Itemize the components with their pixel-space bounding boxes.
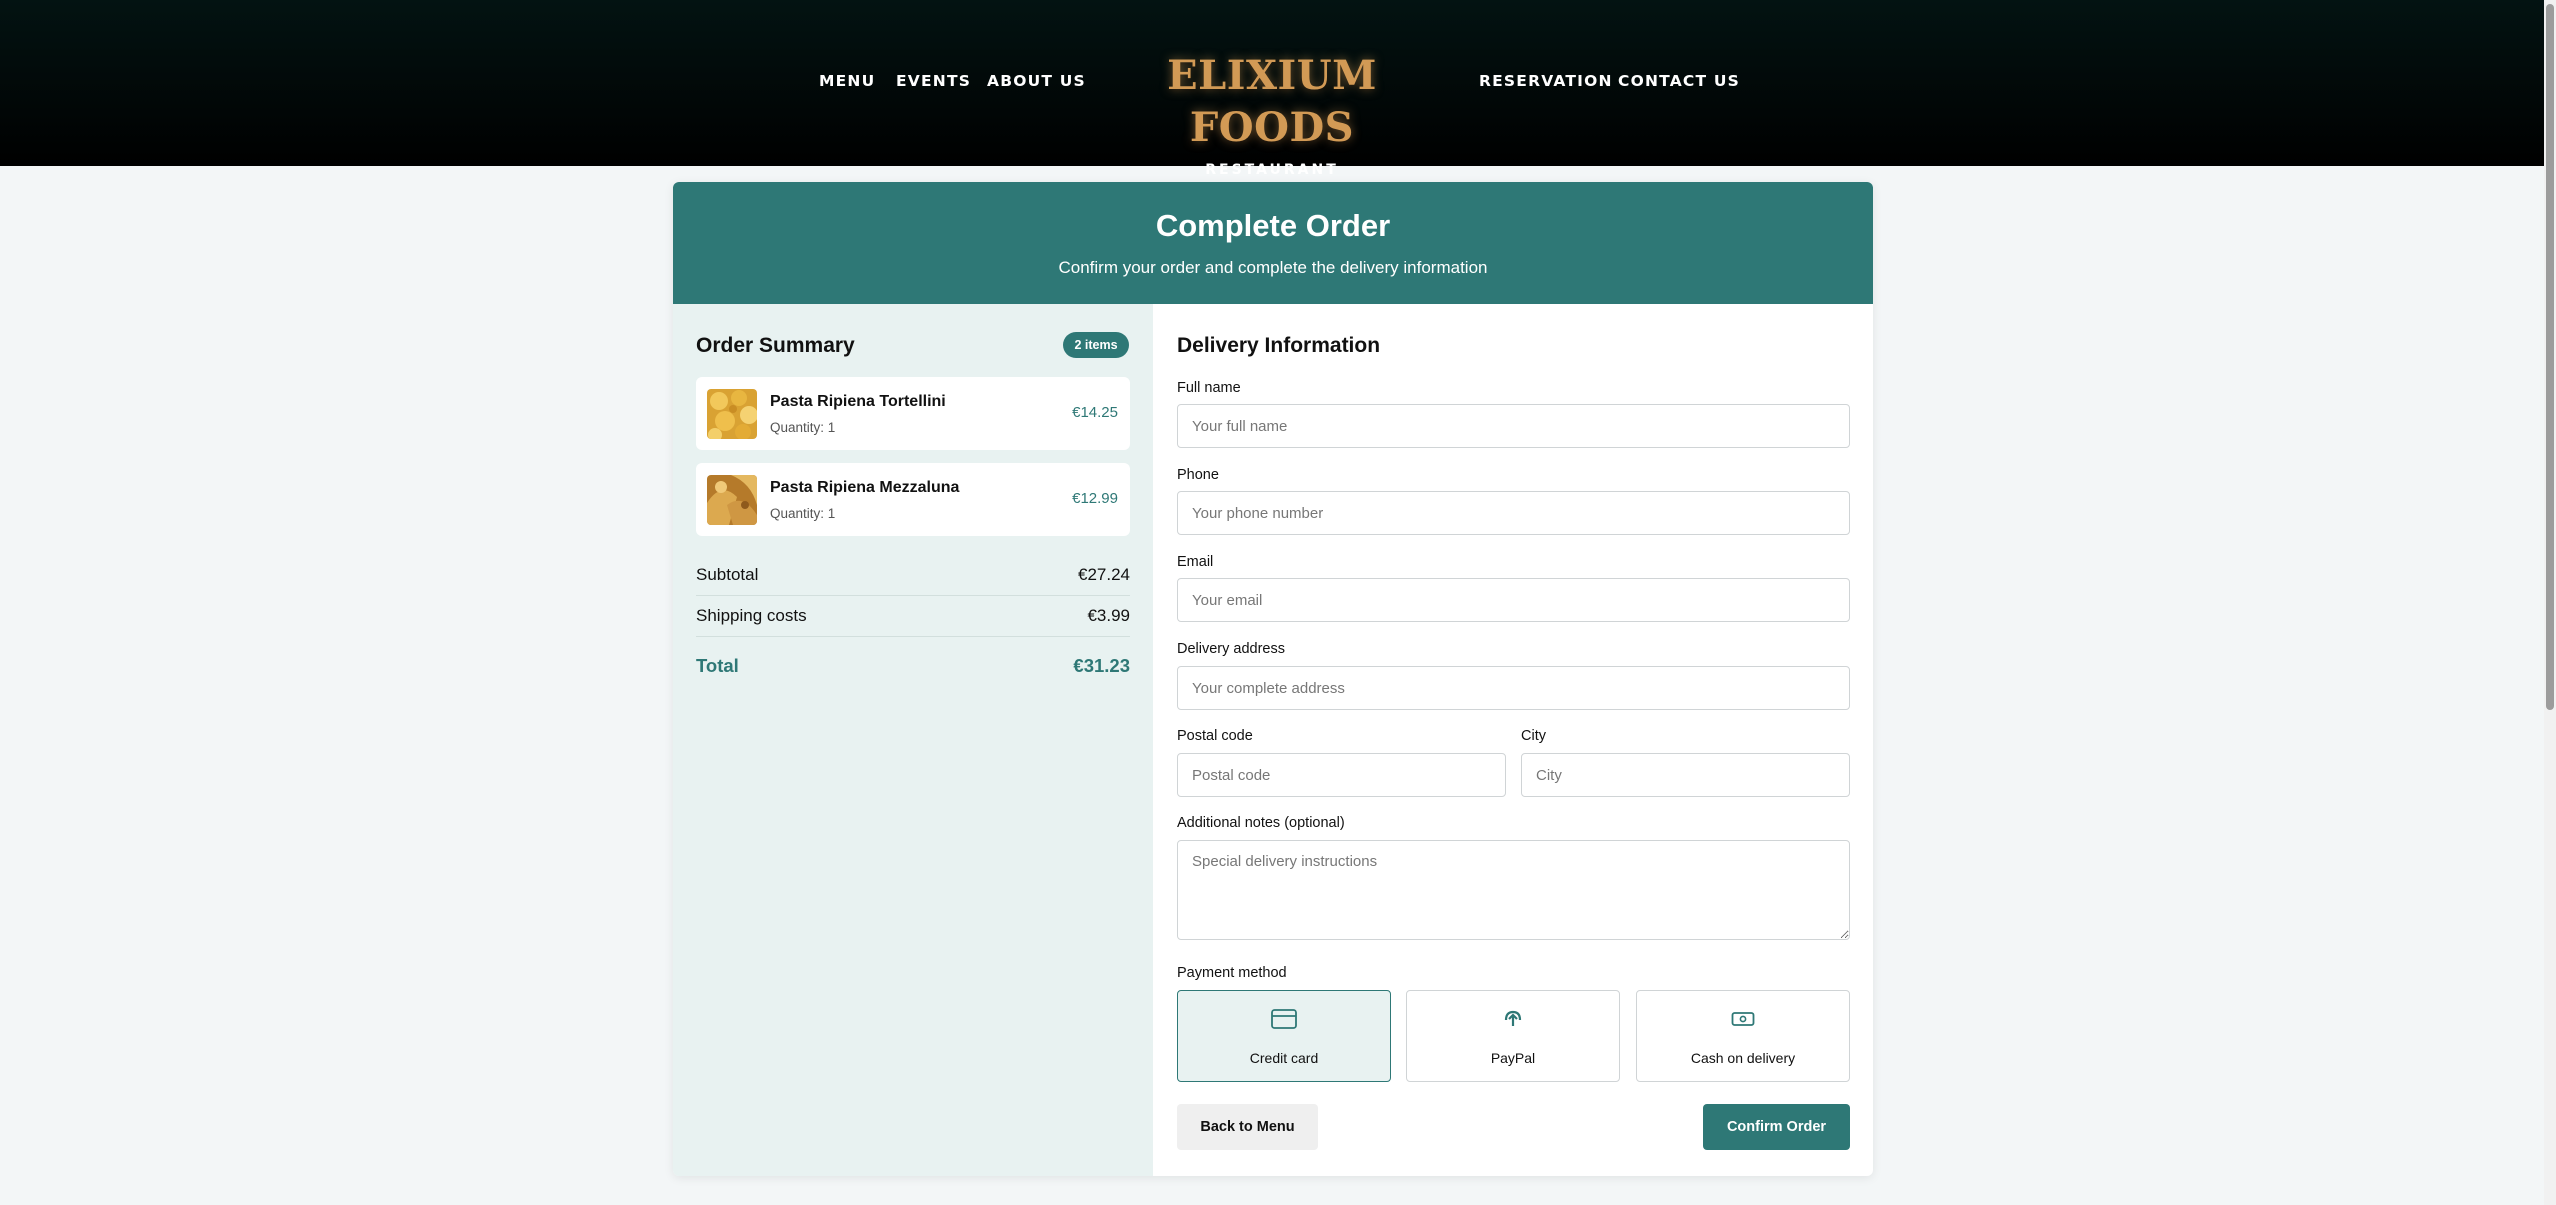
site-header: MENU EVENTS ABOUT US ELIXIUM FOODS RESTA… bbox=[0, 0, 2544, 178]
phone-label: Phone bbox=[1177, 467, 1219, 483]
tortellini-thumbnail bbox=[707, 389, 757, 439]
payment-option-label: Credit card bbox=[1249, 1050, 1319, 1066]
cart-item-price: €12.99 bbox=[1072, 490, 1118, 507]
total-label: Total bbox=[696, 655, 739, 676]
brand-logo[interactable]: ELIXIUM FOODS RESTAURANT bbox=[1090, 50, 1454, 178]
order-summary-panel: Order Summary 2 items Pasta Ripiena Tort… bbox=[673, 304, 1153, 1176]
payment-option-label: Cash on delivery bbox=[1690, 1050, 1796, 1066]
delivery-title: Delivery Information bbox=[1177, 334, 1381, 357]
brand-subtitle: RESTAURANT bbox=[1205, 162, 1339, 178]
page-scrollbar[interactable] bbox=[2544, 0, 2556, 1205]
page-subtitle: Confirm your order and complete the deli… bbox=[1058, 258, 1488, 277]
full-name-label: Full name bbox=[1177, 380, 1241, 396]
postal-code-input[interactable] bbox=[1177, 753, 1506, 797]
nav-link-about-us[interactable]: ABOUT US bbox=[987, 72, 1086, 90]
cart-item-quantity: Quantity: 1 bbox=[770, 420, 836, 435]
subtotal-label: Subtotal bbox=[696, 565, 759, 584]
scrollbar-thumb[interactable] bbox=[2546, 4, 2554, 710]
payment-option-cash[interactable]: Cash on delivery bbox=[1636, 990, 1850, 1082]
divider bbox=[696, 595, 1130, 596]
cart-item: Pasta Ripiena Tortellini Quantity: 1 €14… bbox=[696, 377, 1130, 450]
divider bbox=[696, 636, 1130, 637]
email-label: Email bbox=[1177, 554, 1214, 570]
total-value: €31.23 bbox=[1073, 655, 1130, 676]
cart-item: Pasta Ripiena Mezzaluna Quantity: 1 €12.… bbox=[696, 463, 1130, 536]
full-name-input[interactable] bbox=[1177, 404, 1850, 448]
payment-option-credit-card[interactable]: Credit card bbox=[1177, 990, 1391, 1082]
order-card: Complete Order Confirm your order and co… bbox=[673, 182, 1873, 1176]
cart-item-price: €14.25 bbox=[1072, 404, 1118, 421]
cart-item-name: Pasta Ripiena Tortellini bbox=[770, 393, 946, 410]
order-summary-title: Order Summary bbox=[696, 334, 855, 357]
back-to-menu-button[interactable]: Back to Menu bbox=[1177, 1104, 1318, 1150]
city-label: City bbox=[1521, 728, 1546, 744]
mezzaluna-thumbnail bbox=[707, 475, 757, 525]
nav-link-contact-us[interactable]: CONTACT US bbox=[1618, 72, 1740, 90]
cart-item-quantity: Quantity: 1 bbox=[770, 506, 836, 521]
brand-name: ELIXIUM FOODS bbox=[1167, 52, 1377, 151]
payment-option-label: PayPal bbox=[1490, 1050, 1536, 1066]
notes-label: Additional notes (optional) bbox=[1177, 815, 1345, 831]
phone-input[interactable] bbox=[1177, 491, 1850, 535]
subtotal-value: €27.24 bbox=[1078, 565, 1130, 584]
postal-code-label: Postal code bbox=[1177, 728, 1253, 744]
page-title: Complete Order bbox=[1155, 208, 1391, 243]
shipping-value: €3.99 bbox=[1087, 606, 1130, 625]
payment-method-label: Payment method bbox=[1177, 965, 1287, 981]
shipping-label: Shipping costs bbox=[696, 606, 807, 625]
nav-link-reservation[interactable]: RESERVATION bbox=[1479, 72, 1613, 90]
payment-option-paypal[interactable]: PayPal bbox=[1406, 990, 1620, 1082]
paypal-icon bbox=[1407, 1007, 1619, 1031]
nav-link-menu[interactable]: MENU bbox=[819, 72, 875, 90]
confirm-order-button[interactable]: Confirm Order bbox=[1703, 1104, 1850, 1150]
cash-icon bbox=[1637, 1007, 1849, 1031]
credit-card-icon bbox=[1178, 1007, 1390, 1031]
email-input[interactable] bbox=[1177, 578, 1850, 622]
city-input[interactable] bbox=[1521, 753, 1850, 797]
address-input[interactable] bbox=[1177, 666, 1850, 710]
notes-textarea[interactable] bbox=[1177, 840, 1850, 940]
card-header: Complete Order Confirm your order and co… bbox=[673, 182, 1873, 304]
address-label: Delivery address bbox=[1177, 641, 1285, 657]
cart-item-name: Pasta Ripiena Mezzaluna bbox=[770, 479, 960, 496]
items-count-badge: 2 items bbox=[1063, 332, 1129, 358]
nav-link-events[interactable]: EVENTS bbox=[896, 72, 971, 90]
